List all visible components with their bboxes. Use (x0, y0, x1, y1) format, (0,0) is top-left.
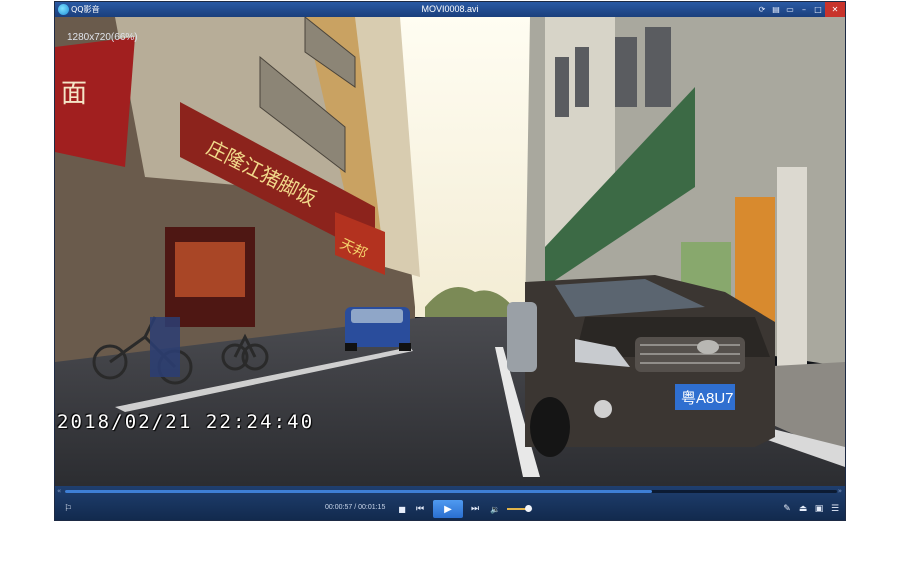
eject-icon[interactable]: ⏏ (796, 502, 810, 516)
suv: 粤A8U7 (525, 275, 775, 457)
seek-forward-icon[interactable]: » (838, 487, 842, 495)
seek-bar[interactable] (65, 490, 837, 493)
right-pillar (777, 167, 807, 367)
shop-interior-lights (175, 242, 245, 297)
menu-icon[interactable]: ▤ (769, 2, 783, 17)
play-icon: ▶ (444, 503, 452, 515)
silver-car (507, 302, 537, 372)
stop-icon[interactable]: ■ (395, 502, 409, 516)
sweep-icon[interactable]: ⚐ (61, 502, 75, 516)
close-icon[interactable]: ✕ (825, 2, 845, 17)
mini-mode-icon[interactable]: ▭ (783, 2, 797, 17)
previous-icon[interactable]: ⏮ (413, 502, 427, 516)
suv-badge (697, 340, 719, 354)
skin-icon[interactable]: ⟳ (755, 2, 769, 17)
playlist-icon[interactable]: ☰ (828, 502, 842, 516)
title-bar[interactable]: QQ影音 MOVI0008.avi ⟳ ▤ ▭ – □ ✕ (55, 2, 845, 17)
control-bar: « » ⚐ 00:00:57 / 00:01:15 ■ ⏮ ▶ ⏭ 🔉 ✎ ⏏ … (55, 486, 845, 520)
suv-wheel (530, 397, 570, 457)
volume-slider-handle[interactable] (524, 505, 532, 512)
time-display: 00:00:57 / 00:01:15 (325, 504, 386, 511)
next-icon[interactable]: ⏭ (468, 502, 482, 516)
suv-foglight (594, 400, 612, 418)
dashcam-timestamp: 2018/02/21 22:24:40 (57, 411, 315, 433)
license-plate-text: 粤A8U7 (681, 389, 734, 407)
seek-back-icon[interactable]: « (57, 487, 61, 495)
video-player-window: QQ影音 MOVI0008.avi ⟳ ▤ ▭ – □ ✕ 面 庄隆江猪脚饭 天… (55, 2, 845, 520)
volume-icon[interactable]: 🔉 (488, 502, 502, 516)
red-sign-text: 面 (61, 79, 87, 109)
minimize-icon[interactable]: – (797, 2, 811, 17)
window-title: MOVI0008.avi (421, 4, 479, 14)
resolution-info: 1280x720(66%) (67, 32, 138, 43)
video-frame[interactable]: 面 庄隆江猪脚饭 天邦 粤A8U7 1280x720(66%) 2018/02/… (55, 17, 845, 490)
play-button[interactable]: ▶ (433, 500, 463, 518)
scooter (150, 317, 180, 377)
blue-car (345, 307, 411, 351)
tools-icon[interactable]: ✎ (780, 502, 794, 516)
maximize-icon[interactable]: □ (811, 2, 825, 17)
screenshot-icon[interactable]: ▣ (812, 502, 826, 516)
window-controls: ⟳ ▤ ▭ – □ ✕ (755, 2, 845, 17)
seek-bar-progress (65, 490, 652, 493)
